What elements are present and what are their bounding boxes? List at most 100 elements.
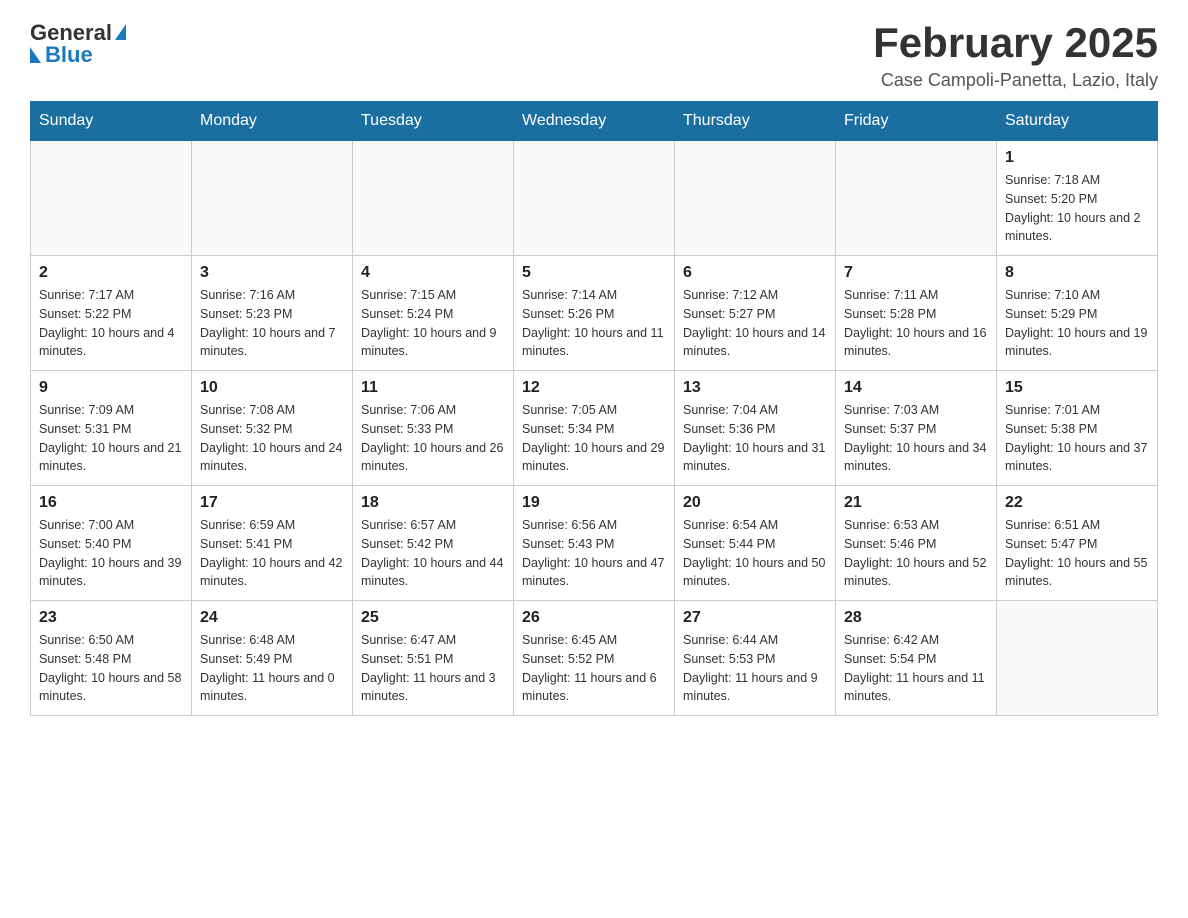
- day-number: 9: [39, 379, 183, 397]
- weekday-header-thursday: Thursday: [675, 102, 836, 141]
- day-info: Sunrise: 7:05 AM Sunset: 5:34 PM Dayligh…: [522, 401, 666, 476]
- day-number: 18: [361, 494, 505, 512]
- day-number: 7: [844, 264, 988, 282]
- day-number: 19: [522, 494, 666, 512]
- logo-blue-text: Blue: [45, 42, 93, 68]
- day-number: 21: [844, 494, 988, 512]
- weekday-header-sunday: Sunday: [31, 102, 192, 141]
- day-number: 25: [361, 609, 505, 627]
- calendar-cell: 18 Sunrise: 6:57 AM Sunset: 5:42 PM Dayli…: [353, 486, 514, 601]
- day-info: Sunrise: 6:50 AM Sunset: 5:48 PM Dayligh…: [39, 631, 183, 706]
- calendar-cell: 6 Sunrise: 7:12 AM Sunset: 5:27 PM Daylig…: [675, 256, 836, 371]
- weekday-header-wednesday: Wednesday: [514, 102, 675, 141]
- calendar-cell: 4 Sunrise: 7:15 AM Sunset: 5:24 PM Daylig…: [353, 256, 514, 371]
- day-number: 6: [683, 264, 827, 282]
- calendar-cell: [836, 141, 997, 256]
- day-info: Sunrise: 7:06 AM Sunset: 5:33 PM Dayligh…: [361, 401, 505, 476]
- calendar-cell: 17 Sunrise: 6:59 AM Sunset: 5:41 PM Dayli…: [192, 486, 353, 601]
- day-number: 16: [39, 494, 183, 512]
- day-number: 23: [39, 609, 183, 627]
- day-info: Sunrise: 6:42 AM Sunset: 5:54 PM Dayligh…: [844, 631, 988, 706]
- day-info: Sunrise: 6:51 AM Sunset: 5:47 PM Dayligh…: [1005, 516, 1149, 591]
- calendar-cell: 27Sunrise: 6:44 AM Sunset: 5:53 PM Dayli…: [675, 601, 836, 716]
- calendar-cell: 11 Sunrise: 7:06 AM Sunset: 5:33 PM Dayli…: [353, 371, 514, 486]
- calendar-cell: [353, 141, 514, 256]
- week-row-5: 23 Sunrise: 6:50 AM Sunset: 5:48 PM Dayli…: [31, 601, 1158, 716]
- calendar-cell: 3 Sunrise: 7:16 AM Sunset: 5:23 PM Daylig…: [192, 256, 353, 371]
- logo-triangle-icon: [115, 24, 126, 40]
- week-row-3: 9 Sunrise: 7:09 AM Sunset: 5:31 PM Daylig…: [31, 371, 1158, 486]
- calendar-cell: 5 Sunrise: 7:14 AM Sunset: 5:26 PM Daylig…: [514, 256, 675, 371]
- day-info: Sunrise: 6:56 AM Sunset: 5:43 PM Dayligh…: [522, 516, 666, 591]
- day-info: Sunrise: 6:53 AM Sunset: 5:46 PM Dayligh…: [844, 516, 988, 591]
- day-number: 11: [361, 379, 505, 397]
- day-info: Sunrise: 6:57 AM Sunset: 5:42 PM Dayligh…: [361, 516, 505, 591]
- day-number: 1: [1005, 149, 1149, 167]
- day-number: 12: [522, 379, 666, 397]
- calendar-cell: 9 Sunrise: 7:09 AM Sunset: 5:31 PM Daylig…: [31, 371, 192, 486]
- day-number: 24: [200, 609, 344, 627]
- day-info: Sunrise: 7:01 AM Sunset: 5:38 PM Dayligh…: [1005, 401, 1149, 476]
- day-info: Sunrise: 7:17 AM Sunset: 5:22 PM Dayligh…: [39, 286, 183, 361]
- logo-triangle2-icon: [30, 47, 41, 63]
- day-info: Sunrise: 7:15 AM Sunset: 5:24 PM Dayligh…: [361, 286, 505, 361]
- day-number: 22: [1005, 494, 1149, 512]
- weekday-header-monday: Monday: [192, 102, 353, 141]
- weekday-header-saturday: Saturday: [997, 102, 1158, 141]
- calendar-cell: 8 Sunrise: 7:10 AM Sunset: 5:29 PM Daylig…: [997, 256, 1158, 371]
- page-header: General Blue February 2025 Case Campoli-…: [30, 20, 1158, 91]
- day-info: Sunrise: 7:04 AM Sunset: 5:36 PM Dayligh…: [683, 401, 827, 476]
- day-info: Sunrise: 6:48 AM Sunset: 5:49 PM Dayligh…: [200, 631, 344, 706]
- day-info: Sunrise: 7:14 AM Sunset: 5:26 PM Dayligh…: [522, 286, 666, 361]
- day-info: Sunrise: 7:12 AM Sunset: 5:27 PM Dayligh…: [683, 286, 827, 361]
- day-number: 27: [683, 609, 827, 627]
- calendar-title: February 2025: [873, 20, 1158, 66]
- day-info: Sunrise: 7:09 AM Sunset: 5:31 PM Dayligh…: [39, 401, 183, 476]
- calendar-cell: 28 Sunrise: 6:42 AM Sunset: 5:54 PM Dayli…: [836, 601, 997, 716]
- day-info: Sunrise: 7:18 AM Sunset: 5:20 PM Dayligh…: [1005, 171, 1149, 246]
- day-number: 5: [522, 264, 666, 282]
- calendar-cell: 13 Sunrise: 7:04 AM Sunset: 5:36 PM Dayli…: [675, 371, 836, 486]
- calendar-cell: 2Sunrise: 7:17 AM Sunset: 5:22 PM Daylig…: [31, 256, 192, 371]
- day-info: Sunrise: 7:08 AM Sunset: 5:32 PM Dayligh…: [200, 401, 344, 476]
- day-info: Sunrise: 6:45 AM Sunset: 5:52 PM Dayligh…: [522, 631, 666, 706]
- calendar-cell: 23 Sunrise: 6:50 AM Sunset: 5:48 PM Dayli…: [31, 601, 192, 716]
- day-number: 28: [844, 609, 988, 627]
- calendar-cell: 25 Sunrise: 6:47 AM Sunset: 5:51 PM Dayli…: [353, 601, 514, 716]
- day-number: 26: [522, 609, 666, 627]
- calendar-cell: 7 Sunrise: 7:11 AM Sunset: 5:28 PM Daylig…: [836, 256, 997, 371]
- day-info: Sunrise: 7:03 AM Sunset: 5:37 PM Dayligh…: [844, 401, 988, 476]
- calendar-cell: 24 Sunrise: 6:48 AM Sunset: 5:49 PM Dayli…: [192, 601, 353, 716]
- day-info: Sunrise: 6:47 AM Sunset: 5:51 PM Dayligh…: [361, 631, 505, 706]
- day-info: Sunrise: 7:16 AM Sunset: 5:23 PM Dayligh…: [200, 286, 344, 361]
- day-number: 17: [200, 494, 344, 512]
- calendar-cell: 21 Sunrise: 6:53 AM Sunset: 5:46 PM Dayli…: [836, 486, 997, 601]
- day-number: 3: [200, 264, 344, 282]
- day-number: 4: [361, 264, 505, 282]
- week-row-2: 2Sunrise: 7:17 AM Sunset: 5:22 PM Daylig…: [31, 256, 1158, 371]
- calendar-cell: 10 Sunrise: 7:08 AM Sunset: 5:32 PM Dayli…: [192, 371, 353, 486]
- calendar-cell: 16 Sunrise: 7:00 AM Sunset: 5:40 PM Dayli…: [31, 486, 192, 601]
- day-number: 10: [200, 379, 344, 397]
- weekday-header-friday: Friday: [836, 102, 997, 141]
- calendar-cell: 1 Sunrise: 7:18 AM Sunset: 5:20 PM Daylig…: [997, 141, 1158, 256]
- calendar-cell: [31, 141, 192, 256]
- day-number: 13: [683, 379, 827, 397]
- day-info: Sunrise: 7:00 AM Sunset: 5:40 PM Dayligh…: [39, 516, 183, 591]
- day-info: Sunrise: 7:10 AM Sunset: 5:29 PM Dayligh…: [1005, 286, 1149, 361]
- day-info: Sunrise: 6:59 AM Sunset: 5:41 PM Dayligh…: [200, 516, 344, 591]
- title-area: February 2025 Case Campoli-Panetta, Lazi…: [873, 20, 1158, 91]
- weekday-header-tuesday: Tuesday: [353, 102, 514, 141]
- day-info: Sunrise: 7:11 AM Sunset: 5:28 PM Dayligh…: [844, 286, 988, 361]
- calendar-cell: [514, 141, 675, 256]
- day-number: 15: [1005, 379, 1149, 397]
- day-number: 14: [844, 379, 988, 397]
- day-number: 8: [1005, 264, 1149, 282]
- day-info: Sunrise: 6:54 AM Sunset: 5:44 PM Dayligh…: [683, 516, 827, 591]
- calendar-cell: [192, 141, 353, 256]
- calendar-cell: 20Sunrise: 6:54 AM Sunset: 5:44 PM Dayli…: [675, 486, 836, 601]
- week-row-1: 1 Sunrise: 7:18 AM Sunset: 5:20 PM Daylig…: [31, 141, 1158, 256]
- calendar-cell: 15 Sunrise: 7:01 AM Sunset: 5:38 PM Dayli…: [997, 371, 1158, 486]
- calendar-cell: 26 Sunrise: 6:45 AM Sunset: 5:52 PM Dayli…: [514, 601, 675, 716]
- calendar-cell: 14 Sunrise: 7:03 AM Sunset: 5:37 PM Dayli…: [836, 371, 997, 486]
